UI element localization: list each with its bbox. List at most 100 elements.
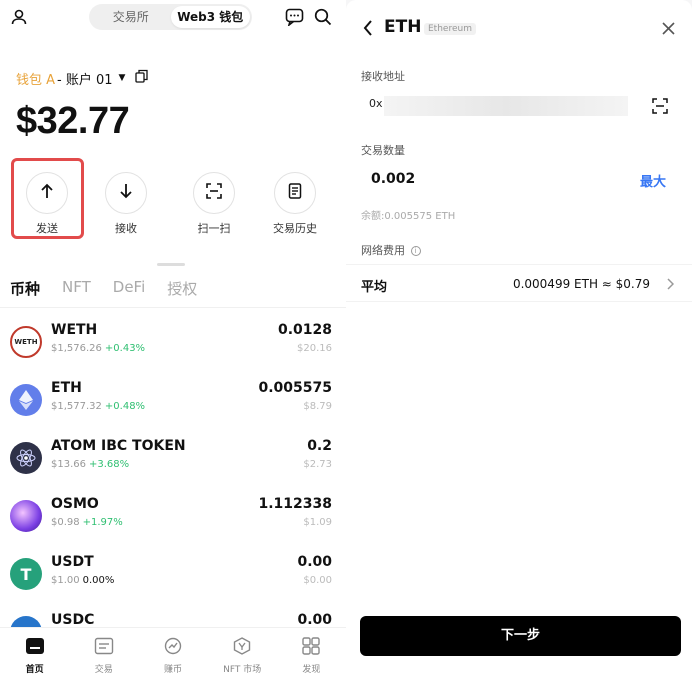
top-bar: 交易所 Web3 钱包 bbox=[0, 0, 346, 38]
token-price: $1.00 0.00% bbox=[51, 575, 115, 586]
token-price: $1,577.32 +0.48% bbox=[51, 401, 146, 412]
fee-tier: 平均 bbox=[361, 280, 388, 295]
fee-selector[interactable]: 平均 0.000499 ETH ≈ $0.79 bbox=[346, 264, 692, 302]
copy-icon[interactable] bbox=[135, 69, 149, 87]
bottom-nav: 首页 交易 赚币 NFT 市场 发现 bbox=[0, 627, 346, 678]
wallet-home-screen: 交易所 Web3 钱包 钱包 A - 账户 01 ▼ $32.77 发送 接收 … bbox=[0, 0, 346, 678]
token-price: $13.66 +3.68% bbox=[51, 459, 130, 470]
history-label: 交易历史 bbox=[273, 222, 317, 235]
token-name: USDT bbox=[51, 554, 94, 570]
address-redaction bbox=[384, 96, 628, 116]
token-change: +1.97% bbox=[82, 517, 123, 528]
tab-nft[interactable]: NFT bbox=[62, 278, 91, 299]
total-balance: $32.77 bbox=[16, 100, 130, 142]
tab-defi[interactable]: DeFi bbox=[113, 278, 145, 299]
account-name: - 账户 01 bbox=[57, 72, 113, 88]
send-sheet: ETH Ethereum 接收地址 0x 交易数量 0.002 最大 余额:0.… bbox=[346, 0, 692, 678]
address-input[interactable]: 0x bbox=[369, 97, 383, 110]
token-quantity: 0.005575 bbox=[258, 380, 332, 396]
earn-icon bbox=[163, 637, 183, 659]
scan-button[interactable]: 扫一扫 bbox=[179, 168, 249, 238]
arrow-down-icon bbox=[118, 183, 134, 203]
drag-handle[interactable] bbox=[157, 263, 185, 266]
history-icon bbox=[287, 183, 303, 203]
caret-down-icon: ▼ bbox=[118, 73, 126, 83]
token-value: $1.09 bbox=[303, 517, 332, 528]
amount-input[interactable]: 0.002 bbox=[371, 171, 415, 187]
token-network-badge: Ethereum bbox=[424, 23, 476, 35]
nav-trade-label: 交易 bbox=[94, 665, 113, 675]
token-row-weth[interactable]: WETH WETH $1,576.26 +0.43% 0.0128 $20.16 bbox=[0, 316, 346, 374]
token-price: $0.98 +1.97% bbox=[51, 517, 123, 528]
close-icon[interactable] bbox=[660, 20, 676, 36]
home-icon bbox=[25, 637, 45, 659]
max-button[interactable]: 最大 bbox=[640, 171, 666, 190]
token-value: $8.79 bbox=[303, 401, 332, 412]
token-change: +3.68% bbox=[89, 459, 130, 470]
asset-tabs: 币种 NFT DeFi 授权 bbox=[10, 278, 219, 299]
token-change: 0.00% bbox=[82, 575, 115, 586]
token-quantity: 1.112338 bbox=[258, 496, 332, 512]
divider bbox=[0, 307, 346, 308]
wallet-mode-switch: 交易所 Web3 钱包 bbox=[89, 4, 252, 30]
nav-trade[interactable]: 交易 bbox=[69, 628, 138, 678]
nav-home[interactable]: 首页 bbox=[0, 628, 69, 678]
nav-earn[interactable]: 赚币 bbox=[138, 628, 207, 678]
token-name: WETH bbox=[51, 322, 98, 338]
token-row-eth[interactable]: ETH $1,577.32 +0.48% 0.005575 $8.79 bbox=[0, 374, 346, 432]
token-name: ETH bbox=[51, 380, 82, 396]
weth-logo-icon: WETH bbox=[10, 326, 42, 358]
receive-button[interactable]: 接收 bbox=[91, 168, 161, 238]
send-highlight-box bbox=[11, 158, 84, 239]
token-name: OSMO bbox=[51, 496, 99, 512]
token-value: $2.73 bbox=[303, 459, 332, 470]
token-price: $1,576.26 +0.43% bbox=[51, 343, 146, 354]
fee-label: 网络费用 bbox=[361, 244, 405, 257]
token-row-osmo[interactable]: OSMO $0.98 +1.97% 1.112338 $1.09 bbox=[0, 490, 346, 548]
fee-label-row: 网络费用 i bbox=[361, 242, 421, 258]
chevron-right-icon bbox=[664, 277, 676, 291]
token-name: USDC bbox=[51, 612, 95, 628]
token-change: +0.48% bbox=[104, 401, 146, 412]
send-eth-screen: ETH Ethereum 接收地址 0x 交易数量 0.002 最大 余额:0.… bbox=[346, 0, 692, 678]
token-title: ETH bbox=[384, 17, 422, 37]
trade-icon bbox=[94, 637, 114, 659]
nav-home-label: 首页 bbox=[25, 665, 44, 675]
profile-icon[interactable] bbox=[8, 6, 30, 28]
receive-label: 接收 bbox=[115, 222, 137, 235]
tab-approvals[interactable]: 授权 bbox=[167, 278, 197, 299]
tab-tokens[interactable]: 币种 bbox=[10, 278, 40, 299]
usdt-logo-icon: T bbox=[10, 558, 42, 590]
scan-icon bbox=[206, 183, 222, 203]
nav-nft-market[interactable]: NFT 市场 bbox=[208, 628, 277, 678]
token-change: +0.43% bbox=[104, 343, 146, 354]
token-quantity: 0.0128 bbox=[277, 322, 332, 338]
wallet-name: 钱包 A bbox=[16, 72, 56, 88]
token-row-atom[interactable]: ATOM IBC TOKEN $13.66 +3.68% 0.2 $2.73 bbox=[0, 432, 346, 490]
info-icon[interactable]: i bbox=[410, 246, 421, 256]
token-quantity: 0.00 bbox=[297, 612, 332, 628]
back-chevron-icon[interactable] bbox=[360, 18, 376, 38]
nav-nft-market-label: NFT 市场 bbox=[223, 665, 262, 675]
message-icon[interactable] bbox=[283, 6, 305, 28]
wallet-selector[interactable]: 钱包 A - 账户 01 ▼ bbox=[16, 68, 149, 88]
token-value: $0.00 bbox=[303, 575, 332, 586]
eth-logo-icon bbox=[10, 384, 42, 416]
next-button[interactable]: 下一步 bbox=[360, 616, 681, 656]
nft-market-icon bbox=[232, 637, 252, 659]
token-quantity: 0.00 bbox=[297, 554, 332, 570]
fee-amount: 0.000499 ETH ≈ $0.79 bbox=[512, 277, 650, 291]
scan-qr-icon[interactable] bbox=[651, 97, 669, 115]
tab-exchange[interactable]: 交易所 bbox=[91, 6, 171, 28]
nav-discover[interactable]: 发现 bbox=[277, 628, 346, 678]
token-value: $20.16 bbox=[297, 343, 332, 354]
osmo-logo-icon bbox=[10, 500, 42, 532]
discover-icon bbox=[301, 637, 321, 659]
history-button[interactable]: 交易历史 bbox=[260, 168, 330, 238]
search-icon[interactable] bbox=[312, 6, 334, 28]
atom-logo-icon bbox=[10, 442, 42, 474]
tab-web3-wallet[interactable]: Web3 钱包 bbox=[170, 6, 250, 28]
amount-label: 交易数量 bbox=[361, 144, 405, 157]
token-row-usdt[interactable]: T USDT $1.00 0.00% 0.00 $0.00 bbox=[0, 548, 346, 606]
token-name: ATOM IBC TOKEN bbox=[51, 438, 186, 454]
